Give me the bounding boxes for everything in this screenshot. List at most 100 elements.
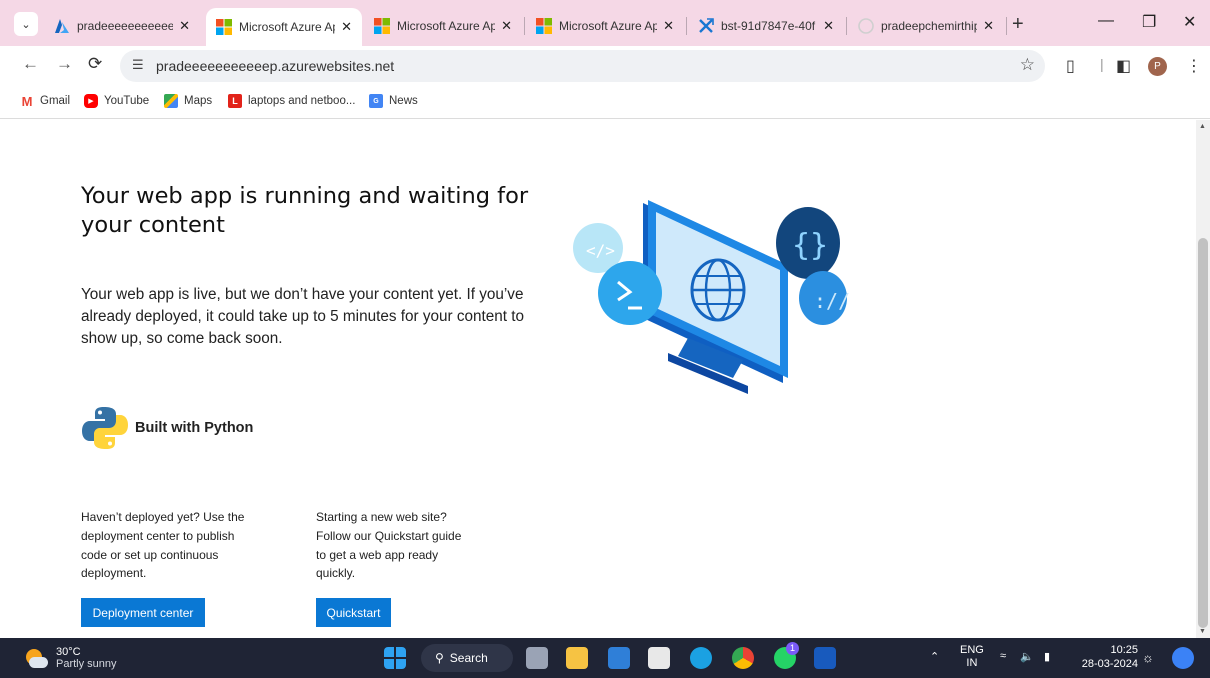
maps-icon <box>164 94 178 108</box>
minimize-icon[interactable]: — <box>1098 12 1114 30</box>
tab-title: pradeeeeeeeeeeep <box>77 19 174 33</box>
language-indicator[interactable]: ENG IN <box>960 644 984 670</box>
svg-text:{}: {} <box>792 228 828 263</box>
reload-icon[interactable]: ⟳ <box>88 54 102 74</box>
new-tab-icon[interactable]: + <box>1012 13 1024 36</box>
chevron-down-icon: ⌄ <box>21 18 31 31</box>
windows-taskbar: 30°C Partly sunny ⚲ Search 1 ⌃ ENG IN ≈ … <box>0 638 1210 678</box>
bookmark-label: laptops and netboo... <box>248 95 356 107</box>
news-icon: G <box>369 94 383 108</box>
deploy-description: Haven’t deployed yet? Use the deployment… <box>81 510 245 581</box>
site-settings-icon[interactable]: ☰ <box>132 57 144 73</box>
back-icon[interactable]: ← <box>22 54 39 74</box>
bookmark-news[interactable]: G News <box>369 94 418 108</box>
bookmark-gmail[interactable]: M Gmail <box>20 94 71 109</box>
youtube-icon: ▶ <box>84 94 98 108</box>
bookmark-laptops[interactable]: L laptops and netboo... <box>228 94 355 108</box>
close-icon[interactable]: ✕ <box>663 18 674 34</box>
page-content: Your web app is running and waiting for … <box>0 120 1196 638</box>
url-text[interactable]: pradeeeeeeeeeeep.azurewebsites.net <box>156 58 394 74</box>
svg-text:://: :// <box>814 289 850 313</box>
svg-text:</>: </> <box>586 241 615 260</box>
toolbar-divider: | <box>1100 56 1104 72</box>
bookmark-star-icon[interactable]: ☆ <box>1020 55 1035 75</box>
quickstart-button[interactable]: Quickstart <box>316 598 391 627</box>
weather-widget[interactable]: 30°C Partly sunny <box>24 646 117 671</box>
bookmark-label: Maps <box>184 95 213 107</box>
restore-icon[interactable]: ❐ <box>1142 12 1156 32</box>
whatsapp-icon[interactable]: 1 <box>774 642 799 669</box>
temperature: 30°C <box>56 646 81 658</box>
built-with-label: Built with Python <box>135 420 254 436</box>
tab-6[interactable]: pradeepchemirthip ✕ <box>848 10 1004 42</box>
windows-start-icon[interactable] <box>384 647 406 669</box>
bookmark-label: Gmail <box>40 95 71 107</box>
scroll-thumb[interactable] <box>1198 238 1208 628</box>
region-code: IN <box>966 657 978 669</box>
close-icon[interactable]: ✕ <box>179 18 190 34</box>
close-icon[interactable]: ✕ <box>983 18 994 34</box>
battery-icon[interactable]: ▮ <box>1044 650 1050 663</box>
mail-icon[interactable] <box>608 647 630 669</box>
search-icon: ⚲ <box>435 651 444 665</box>
scroll-down-icon[interactable]: ▼ <box>1199 628 1206 635</box>
tab-title: Microsoft Azure Ap <box>239 20 336 34</box>
forward-icon[interactable]: → <box>56 54 73 74</box>
tab-2[interactable]: Microsoft Azure Ap ✕ <box>206 8 362 46</box>
menu-kebab-icon[interactable]: ⋮ <box>1186 56 1202 76</box>
deployment-center-button[interactable]: Deployment center <box>81 598 205 627</box>
task-view-icon[interactable] <box>526 647 548 669</box>
page-scrollbar[interactable]: ▲ ▼ <box>1196 120 1210 638</box>
tab-title: pradeepchemirthip <box>881 19 978 33</box>
close-icon[interactable]: ✕ <box>341 19 352 35</box>
tab-title: Microsoft Azure Ap <box>559 19 658 33</box>
weather-condition: Partly sunny <box>56 658 117 670</box>
close-window-icon[interactable]: ✕ <box>1183 12 1196 32</box>
tab-3[interactable]: Microsoft Azure Ap ✕ <box>364 10 522 42</box>
partly-sunny-icon <box>24 647 48 671</box>
clock[interactable]: 10:25 28-03-2024 <box>1072 643 1138 671</box>
bookmark-label: News <box>389 95 418 107</box>
browser-toolbar: ← → ⟳ ☰ pradeeeeeeeeeeep.azurewebsites.n… <box>0 46 1210 86</box>
tab-4[interactable]: Microsoft Azure Ap ✕ <box>526 10 684 42</box>
azure-a-icon <box>55 19 69 33</box>
bookmark-youtube[interactable]: ▶ YouTube <box>84 94 149 108</box>
copilot-icon[interactable] <box>1172 647 1194 669</box>
page-title: Your web app is running and waiting for … <box>81 183 529 238</box>
microsoft-icon <box>216 19 232 35</box>
close-icon[interactable]: ✕ <box>501 18 512 34</box>
bookmark-maps[interactable]: Maps <box>164 94 212 108</box>
tab-5[interactable]: bst-91d7847e-40f ✕ <box>688 10 844 42</box>
avatar[interactable]: P <box>1148 57 1167 76</box>
tab-separator <box>524 17 525 35</box>
python-logo-icon <box>82 407 128 449</box>
store-icon[interactable] <box>648 647 670 669</box>
microsoft-icon <box>536 18 552 34</box>
microsoft-icon <box>374 18 390 34</box>
volume-muted-icon[interactable]: 🔈 <box>1020 650 1034 663</box>
github-icon <box>858 18 874 34</box>
side-panel-icon[interactable]: ◧ <box>1116 56 1131 76</box>
extensions-icon[interactable]: ▯ <box>1066 56 1075 76</box>
clock-time: 10:25 <box>1110 644 1138 656</box>
tab-separator <box>686 17 687 35</box>
tab-search-button[interactable]: ⌄ <box>14 12 38 36</box>
chrome-icon[interactable] <box>732 647 754 669</box>
wifi-icon[interactable]: ≈ <box>1000 650 1006 662</box>
word-icon[interactable] <box>814 647 836 669</box>
scroll-up-icon[interactable]: ▲ <box>1199 123 1206 130</box>
tab-1[interactable]: pradeeeeeeeeeeep ✕ <box>44 10 200 42</box>
lead-paragraph: Your web app is live, but we don’t have … <box>81 286 525 347</box>
show-hidden-icons-icon[interactable]: ⌃ <box>930 650 939 663</box>
notifications-icon[interactable]: ☼ <box>1142 650 1154 665</box>
file-explorer-icon[interactable] <box>566 647 588 669</box>
tab-separator <box>1006 17 1007 35</box>
address-bar[interactable]: ☰ pradeeeeeeeeeeep.azurewebsites.net ☆ <box>120 50 1045 82</box>
edge-icon[interactable] <box>690 647 712 669</box>
kudu-icon <box>699 18 714 33</box>
notification-badge: 1 <box>786 642 799 655</box>
close-icon[interactable]: ✕ <box>823 18 834 34</box>
search-label: Search <box>449 651 488 665</box>
taskbar-search[interactable]: ⚲ Search <box>421 644 513 672</box>
quickstart-description: Starting a new web site? Follow our Quic… <box>316 510 462 581</box>
